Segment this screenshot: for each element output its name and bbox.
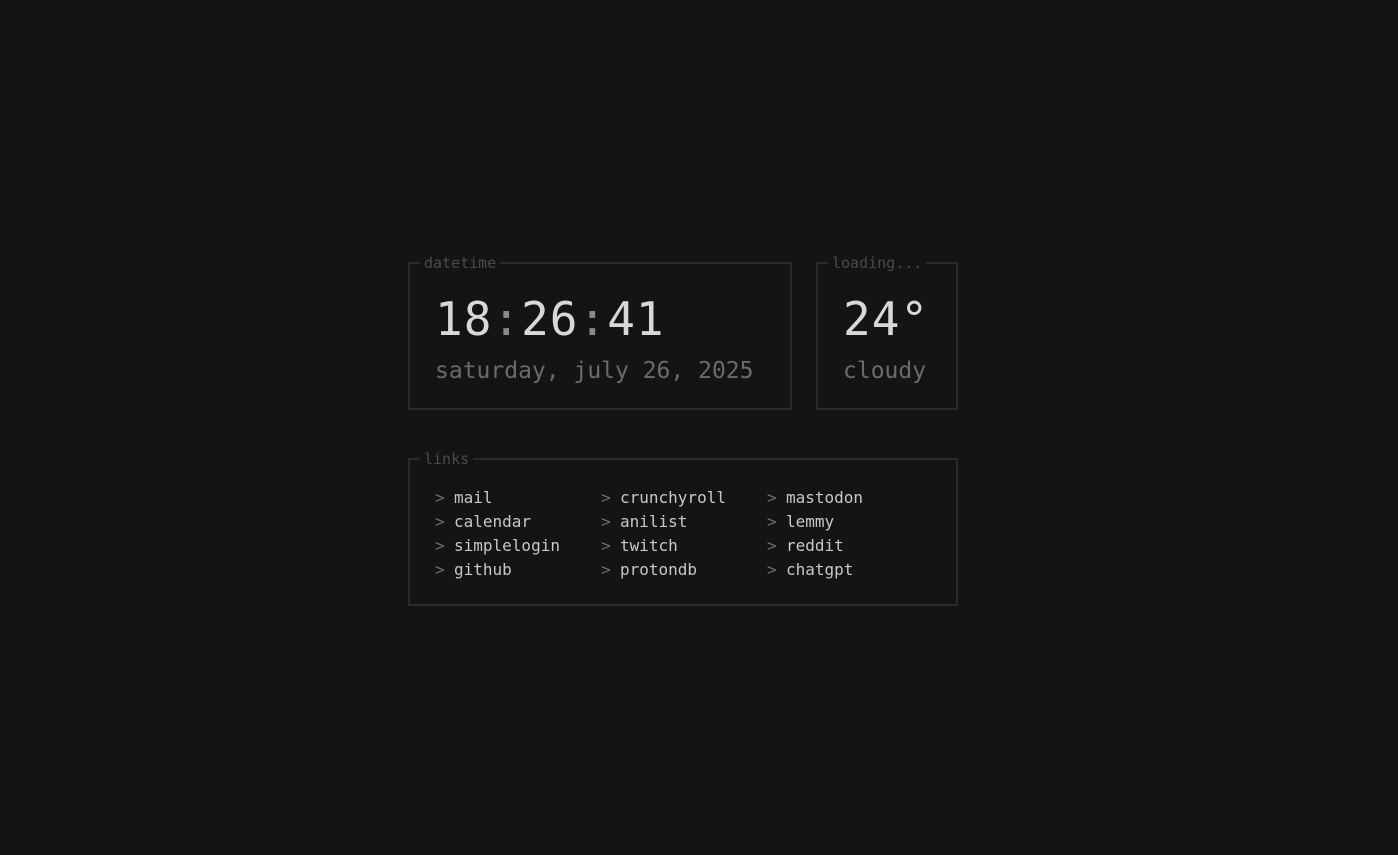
link-arrow: >	[767, 536, 777, 555]
links-grid: > mail > crunchyroll > mastodon > calendar >…	[435, 486, 933, 582]
clock-separator: :	[578, 292, 608, 346]
temperature-display: 24°	[843, 292, 930, 346]
link-arrow: >	[601, 560, 611, 579]
link-label: lemmy	[786, 512, 835, 531]
link-label: mail	[454, 488, 493, 507]
clock-separator: :	[492, 292, 522, 346]
link-label: anilist	[620, 512, 688, 531]
link-arrow: >	[435, 560, 445, 579]
datetime-panel: datetime 18:26:41 saturday, july 26, 202…	[408, 254, 792, 410]
link-label: mastodon	[786, 488, 864, 507]
link-crunchyroll[interactable]: > crunchyroll	[601, 486, 767, 510]
link-mail[interactable]: > mail	[435, 486, 601, 510]
link-lemmy[interactable]: > lemmy	[767, 510, 933, 534]
link-calendar[interactable]: > calendar	[435, 510, 601, 534]
link-chatgpt[interactable]: > chatgpt	[767, 558, 933, 582]
link-arrow: >	[435, 488, 445, 507]
weather-panel: loading... 24° cloudy	[816, 254, 958, 410]
link-label: chatgpt	[786, 560, 854, 579]
link-github[interactable]: > github	[435, 558, 601, 582]
link-twitch[interactable]: > twitch	[601, 534, 767, 558]
link-label: protondb	[620, 560, 698, 579]
link-protondb[interactable]: > protondb	[601, 558, 767, 582]
clock-display: 18:26:41	[435, 292, 665, 346]
link-label: twitch	[620, 536, 678, 555]
clock-hours: 18	[435, 292, 493, 346]
links-panel: links > mail > crunchyroll > mastodon > cale…	[408, 450, 958, 606]
weather-legend: loading...	[828, 254, 927, 272]
link-arrow: >	[767, 560, 777, 579]
link-anilist[interactable]: > anilist	[601, 510, 767, 534]
link-arrow: >	[601, 536, 611, 555]
link-reddit[interactable]: > reddit	[767, 534, 933, 558]
link-label: calendar	[454, 512, 532, 531]
link-simplelogin[interactable]: > simplelogin	[435, 534, 601, 558]
weather-condition: cloudy	[843, 358, 927, 384]
link-label: github	[454, 560, 512, 579]
links-legend: links	[420, 450, 474, 468]
clock-seconds: 41	[607, 292, 665, 346]
date-display: saturday, july 26, 2025	[435, 358, 754, 384]
clock-minutes: 26	[521, 292, 579, 346]
link-arrow: >	[767, 488, 777, 507]
link-label: reddit	[786, 536, 844, 555]
datetime-legend: datetime	[420, 254, 501, 272]
link-arrow: >	[601, 512, 611, 531]
link-arrow: >	[435, 536, 445, 555]
link-arrow: >	[435, 512, 445, 531]
link-label: simplelogin	[454, 536, 560, 555]
link-label: crunchyroll	[620, 488, 726, 507]
link-arrow: >	[767, 512, 777, 531]
link-arrow: >	[601, 488, 611, 507]
link-mastodon[interactable]: > mastodon	[767, 486, 933, 510]
